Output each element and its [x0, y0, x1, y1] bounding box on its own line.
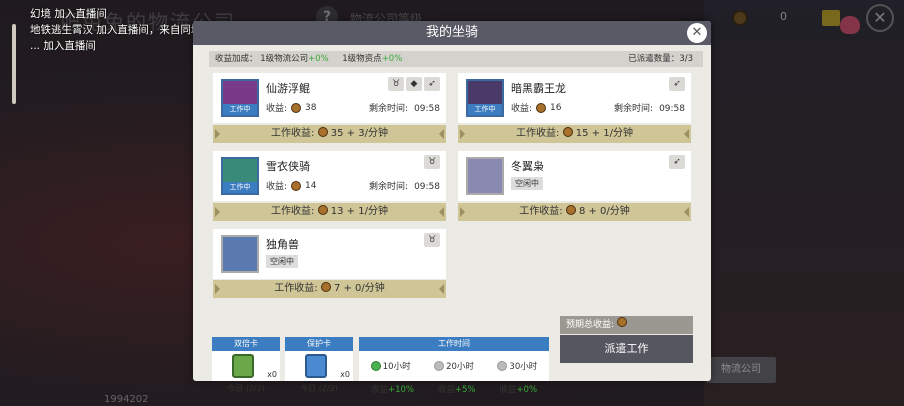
double-card-icon	[232, 354, 254, 378]
wing-icon: ➶	[669, 155, 685, 169]
wing-icon: ➶	[669, 77, 685, 91]
work-time-selector: 工作时间 10小时 20小时 30小时 收益+10% 收益+5% 收益+0%	[359, 337, 549, 395]
close-icon[interactable]: ✕	[687, 23, 707, 43]
work-time-title: 工作时间	[359, 337, 549, 351]
site-bonus: 1级物资点	[342, 54, 382, 64]
status-badge: 工作中	[468, 104, 502, 115]
mask-icon: ◆	[406, 77, 422, 91]
time-bonuses: 收益+10% 收益+5% 收益+0%	[370, 385, 538, 395]
mount-portrait: 工作中	[466, 79, 504, 117]
modal-title: 我的坐骑	[425, 25, 478, 40]
my-mounts-modal: 我的坐骑 ✕ 收益加成： 1级物流公司+0% 1级物资点+0% 已派遣数量：3/…	[193, 21, 711, 395]
radio-selected-icon	[370, 361, 381, 371]
mount-portrait	[221, 235, 259, 273]
mount-name: 独角兽	[266, 238, 299, 251]
mount-name: 暗黑霸王龙	[511, 82, 566, 95]
mount-card[interactable]: 工作中 雪衣侠骑 ♉ 收益: 14 剩余时间: 09:58	[213, 151, 446, 201]
mount-income: 收益: 38	[266, 102, 317, 114]
coin-icon	[536, 102, 547, 113]
protect-card-title: 保护卡	[285, 337, 353, 351]
double-card-title: 双倍卡	[212, 337, 280, 351]
dispatch-button[interactable]: 派遣工作	[560, 335, 693, 363]
status-badge: 工作中	[223, 182, 257, 193]
site-bonus-value: +0%	[381, 54, 403, 64]
status-badge: 空闲中	[511, 177, 543, 190]
radio-icon	[434, 361, 445, 371]
chat-line: 幻境 加入直播间	[30, 8, 107, 20]
mount-income: 收益: 14	[266, 180, 317, 192]
ox-icon: ♉	[388, 77, 404, 91]
work-income-bar: 工作收益: 13 + 1/分钟	[213, 203, 446, 221]
double-card-today: 今日 (2/2)	[227, 384, 265, 393]
live-sidebar-handle[interactable]	[12, 24, 16, 104]
live-chat: 幻境 加入直播间 地铁逃生霄汉 加入直播间，来自同城 ... 加入直播间	[30, 6, 201, 54]
ox-icon: ♉	[424, 155, 440, 169]
status-badge: 空闲中	[266, 255, 298, 268]
protect-card-count: x0	[340, 370, 350, 379]
chat-line: 地铁逃生霄汉 加入直播间，来自同城	[30, 24, 202, 36]
dispatched-count: 已派遣数量：3/3	[628, 54, 693, 64]
time-option-20[interactable]: 20小时	[434, 360, 474, 372]
mount-name: 冬翼枭	[511, 160, 544, 173]
mount-time: 剩余时间: 09:58	[369, 182, 440, 192]
mount-time: 剩余时间: 09:58	[614, 104, 685, 114]
mount-name: 雪衣侠骑	[266, 160, 310, 173]
protect-card[interactable]: 保护卡 x0 今日 (2/2)	[285, 337, 353, 393]
modal-header: 我的坐骑 ✕	[193, 21, 711, 45]
coin-icon	[565, 205, 576, 215]
coin-icon	[320, 282, 331, 292]
protect-card-today: 今日 (2/2)	[300, 384, 338, 393]
mount-card[interactable]: 工作中 暗黑霸王龙 ➶ 收益: 16 剩余时间: 09:58	[458, 73, 691, 123]
mount-portrait: 工作中	[221, 79, 259, 117]
chat-line: ... 加入直播间	[30, 40, 96, 52]
time-option-30[interactable]: 30小时	[497, 360, 537, 372]
mount-income: 收益: 16	[511, 102, 562, 114]
work-income-bar: 工作收益: 8 + 0/分钟	[458, 203, 691, 221]
coin-icon	[562, 127, 573, 137]
coin-icon	[291, 180, 302, 191]
expected-income: 预期总收益:	[560, 316, 693, 334]
stats-bar: 收益加成： 1级物流公司+0% 1级物资点+0% 已派遣数量：3/3	[209, 51, 703, 67]
work-income-bar: 工作收益: 35 + 3/分钟	[213, 125, 446, 143]
coin-icon	[616, 317, 627, 327]
mount-card[interactable]: 工作中 仙游浮鲲 ♉ ◆ ➶ 收益: 38 剩余时间: 09:58	[213, 73, 446, 123]
mount-time: 剩余时间: 09:58	[369, 104, 440, 114]
status-badge: 工作中	[223, 104, 257, 115]
double-card[interactable]: 双倍卡 x0 今日 (2/2)	[212, 337, 280, 393]
work-income-bar: 工作收益: 7 + 0/分钟	[213, 280, 446, 298]
wing-icon: ➶	[424, 77, 440, 91]
coin-icon	[317, 205, 328, 215]
radio-icon	[497, 361, 508, 371]
mount-card[interactable]: 独角兽 ♉ 空闲中	[213, 229, 446, 279]
double-card-count: x0	[267, 370, 277, 379]
mount-card[interactable]: 冬翼枭 ➶ 空闲中	[458, 151, 691, 201]
mount-portrait	[466, 157, 504, 195]
company-bonus-value: +0%	[308, 54, 329, 64]
bonus-label: 收益加成：	[215, 54, 258, 64]
shield-icon	[305, 354, 327, 378]
work-income-bar: 工作收益: 15 + 1/分钟	[458, 125, 691, 143]
mount-portrait: 工作中	[221, 157, 259, 195]
coin-icon	[291, 102, 302, 113]
ox-icon: ♉	[424, 233, 440, 247]
time-option-10[interactable]: 10小时	[370, 360, 411, 372]
company-bonus: 1级物流公司	[260, 54, 309, 64]
mount-name: 仙游浮鲲	[266, 82, 310, 95]
coin-icon	[317, 127, 328, 137]
